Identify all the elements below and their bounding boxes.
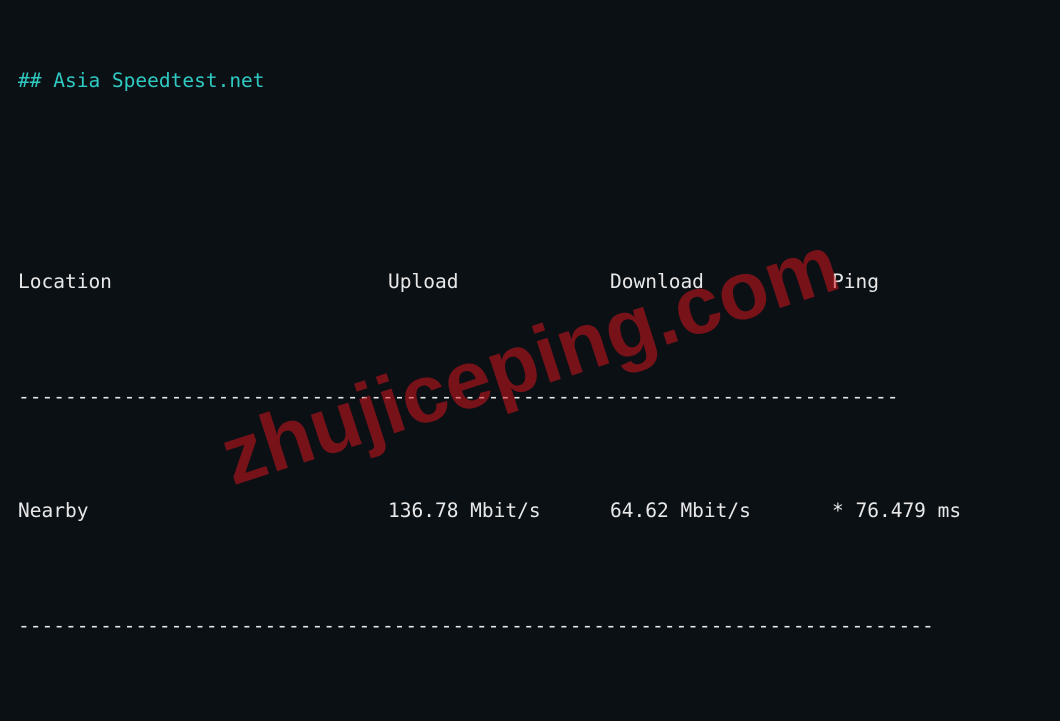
terminal-output: ## Asia Speedtest.net Location Upload Do… bbox=[0, 0, 1060, 721]
section-title: ## Asia Speedtest.net bbox=[18, 67, 1042, 96]
divider: ----------------------------------------… bbox=[18, 612, 1042, 641]
nearby-download: 64.62 Mbit/s bbox=[610, 497, 832, 526]
watermark: zhujiceping.com bbox=[206, 204, 854, 517]
nearby-location: Nearby bbox=[18, 497, 388, 526]
divider: ----------------------------------------… bbox=[18, 383, 1042, 412]
header-download: Download bbox=[610, 268, 832, 297]
table-header-row: Location Upload Download Ping bbox=[18, 268, 1042, 297]
header-location: Location bbox=[18, 268, 388, 297]
nearby-ping: * 76.479 ms bbox=[832, 497, 1042, 526]
blank-line bbox=[18, 153, 1042, 182]
header-ping: Ping bbox=[832, 268, 1042, 297]
nearby-row: Nearby 136.78 Mbit/s 64.62 Mbit/s * 76.4… bbox=[18, 497, 1042, 526]
header-upload: Upload bbox=[388, 268, 610, 297]
nearby-upload: 136.78 Mbit/s bbox=[388, 497, 610, 526]
